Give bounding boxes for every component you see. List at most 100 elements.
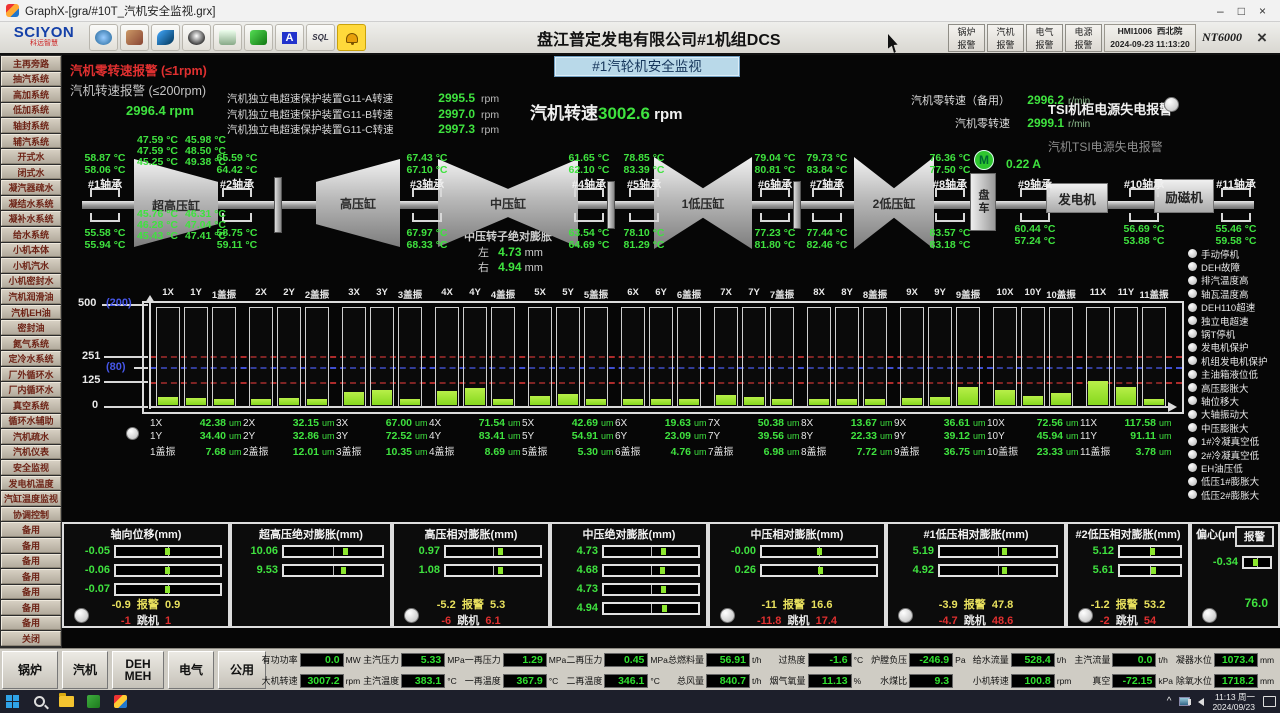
sidebar-item-循环水辅助[interactable]: 循环水辅助 [1, 414, 61, 429]
sidebar-item-轴封系统[interactable]: 轴封系统 [1, 118, 61, 133]
panel-row: 5.61 [1072, 562, 1182, 578]
sidebar-item-小机密封水[interactable]: 小机密封水 [1, 274, 61, 289]
eccentric-alarm-button[interactable]: 报警 [1235, 526, 1274, 547]
sidebar-item-凝补水系统[interactable]: 凝补水系统 [1, 211, 61, 226]
minimize-button[interactable]: – [1217, 5, 1224, 17]
tray-expand-icon[interactable]: ^ [1167, 696, 1172, 707]
vibration-bar [807, 307, 831, 407]
taskbar-search-icon[interactable] [31, 694, 48, 709]
sidebar-item-密封油[interactable]: 密封油 [1, 320, 61, 335]
sidebar-item-主再旁路[interactable]: 主再旁路 [1, 56, 61, 71]
bar-value: 91.11 [1114, 430, 1156, 442]
sidebar-item-备用[interactable]: 备用 [1, 538, 61, 553]
taskbar-clock[interactable]: 11:13 周一 2024/09/23 [1212, 692, 1255, 712]
reading-unit: °C [854, 655, 872, 665]
reading-value: 100.8 [1011, 674, 1055, 688]
panel-slider [282, 545, 384, 558]
sidebar-item-高加系统[interactable]: 高加系统 [1, 87, 61, 102]
sidebar-item-定冷水系统[interactable]: 定冷水系统 [1, 351, 61, 366]
nav-button-电气[interactable]: 电气 [168, 651, 214, 689]
nav-button-DEH-MEH[interactable]: DEH MEH [112, 651, 164, 689]
sidebar-item-抽汽系统[interactable]: 抽汽系统 [1, 72, 61, 87]
sidebar-item-备用[interactable]: 备用 [1, 554, 61, 569]
bar-value-label: 1X [150, 418, 184, 429]
uhp-temp: 45.25 °C [132, 156, 178, 168]
trip-label: 排汽温度高 [1201, 273, 1249, 287]
reading-unit: MPa [549, 655, 567, 665]
sidebar-item-备用[interactable]: 备用 [1, 522, 61, 537]
chart-indicator-lamp [126, 427, 139, 440]
graphx-app-button[interactable] [112, 694, 129, 709]
nav-button-锅炉[interactable]: 锅炉 [2, 651, 58, 689]
notification-center-icon[interactable] [1263, 696, 1276, 707]
volume-icon[interactable] [1198, 698, 1204, 706]
alarm-button-电源[interactable]: 电源报警 [1065, 24, 1102, 52]
sidebar-item-协调控制[interactable]: 协调控制 [1, 507, 61, 522]
sidebar-item-厂内循环水[interactable]: 厂内循环水 [1, 382, 61, 397]
file-explorer-button[interactable] [58, 694, 75, 709]
sidebar-item-发电机温度[interactable]: 发电机温度 [1, 476, 61, 491]
sidebar-item-汽缸温度监视[interactable]: 汽缸温度监视 [1, 491, 61, 506]
reading-label: 一再温度 [465, 674, 501, 687]
sidebar-item-厂外循环水[interactable]: 厂外循环水 [1, 367, 61, 382]
reading-主汽温度: 主汽温度383.1°C [364, 674, 466, 688]
report-icon[interactable] [213, 24, 242, 51]
sidebar-item-备用[interactable]: 备用 [1, 616, 61, 631]
slider-midline [651, 585, 652, 594]
sidebar-item-给水系统[interactable]: 给水系统 [1, 227, 61, 242]
sidebar-item-安全监视[interactable]: 安全监视 [1, 460, 61, 475]
slider-tick [165, 548, 170, 555]
sidebar-item-凝结水系统[interactable]: 凝结水系统 [1, 196, 61, 211]
bar-label: 6盖振 [671, 287, 707, 301]
refresh-icon[interactable] [89, 24, 118, 51]
nav-button-汽机[interactable]: 汽机 [62, 651, 108, 689]
sidebar-item-开式水[interactable]: 开式水 [1, 149, 61, 164]
font-icon[interactable]: A [275, 24, 304, 51]
alarm-button-锅炉[interactable]: 锅炉报警 [948, 24, 985, 52]
bar-value: 36.61 [928, 417, 970, 429]
sidebar-item-低加系统[interactable]: 低加系统 [1, 103, 61, 118]
start-button[interactable] [4, 694, 21, 709]
sidebar-item-备用[interactable]: 备用 [1, 600, 61, 615]
sql-icon[interactable]: SQL [306, 24, 335, 51]
sidebar-item-辅汽系统[interactable]: 辅汽系统 [1, 134, 61, 149]
alarm-button-汽机[interactable]: 汽机报警 [987, 24, 1024, 52]
sidebar-item-闭式水[interactable]: 闭式水 [1, 165, 61, 180]
sidebar-item-小机本体[interactable]: 小机本体 [1, 243, 61, 258]
bar-value-label: 6盖振 [615, 443, 649, 458]
sidebar-item-汽机润滑油[interactable]: 汽机润滑油 [1, 289, 61, 304]
sidebar-item-备用[interactable]: 备用 [1, 569, 61, 584]
panel-中压绝对膨胀(mm): 中压绝对膨胀(mm)4.734.684.734.94 [550, 522, 708, 628]
alarm-bell-icon[interactable] [337, 24, 366, 51]
alarm-button-电气[interactable]: 电气报警 [1026, 24, 1063, 52]
print-glyph [126, 30, 143, 45]
sidebar-item-凝汽器疏水[interactable]: 凝汽器疏水 [1, 180, 61, 195]
bar-value: 67.00 [370, 417, 412, 429]
ip-expansion-right: 右 4.94 mm [478, 259, 543, 275]
nav-button-公用[interactable]: 公用 [218, 651, 266, 689]
bar-value-label: 3盖振 [336, 443, 370, 458]
sidebar-item-关闭[interactable]: 关闭 [1, 631, 61, 646]
vibration-bar [770, 307, 794, 407]
print-icon[interactable] [120, 24, 149, 51]
sidebar-item-备用[interactable]: 备用 [1, 585, 61, 600]
operator-icon[interactable] [182, 24, 211, 51]
green-app-button[interactable] [85, 694, 102, 709]
sidebar-item-汽机仪表[interactable]: 汽机仪表 [1, 445, 61, 460]
sidebar-item-真空系统[interactable]: 真空系统 [1, 398, 61, 413]
sidebar-item-氮气系统[interactable]: 氮气系统 [1, 336, 61, 351]
maximize-button[interactable]: □ [1238, 5, 1245, 17]
motor-icon: M [974, 150, 994, 170]
bell-glyph [346, 33, 358, 43]
sidebar-item-汽机疏水[interactable]: 汽机疏水 [1, 429, 61, 444]
bar-value: 34.40 [184, 430, 226, 442]
reading-unit: t/h [752, 676, 770, 686]
cards-icon[interactable] [244, 24, 273, 51]
sidebar-item-汽机EH油[interactable]: 汽机EH油 [1, 305, 61, 320]
close-button[interactable]: × [1259, 5, 1266, 17]
sidebar-item-小机汽水[interactable]: 小机汽水 [1, 258, 61, 273]
panel-indicator-lamp [74, 608, 89, 623]
network-icon[interactable] [151, 24, 180, 51]
bar-value-unit: um [1156, 418, 1176, 428]
toolbar-close-button[interactable]: × [1250, 26, 1274, 50]
